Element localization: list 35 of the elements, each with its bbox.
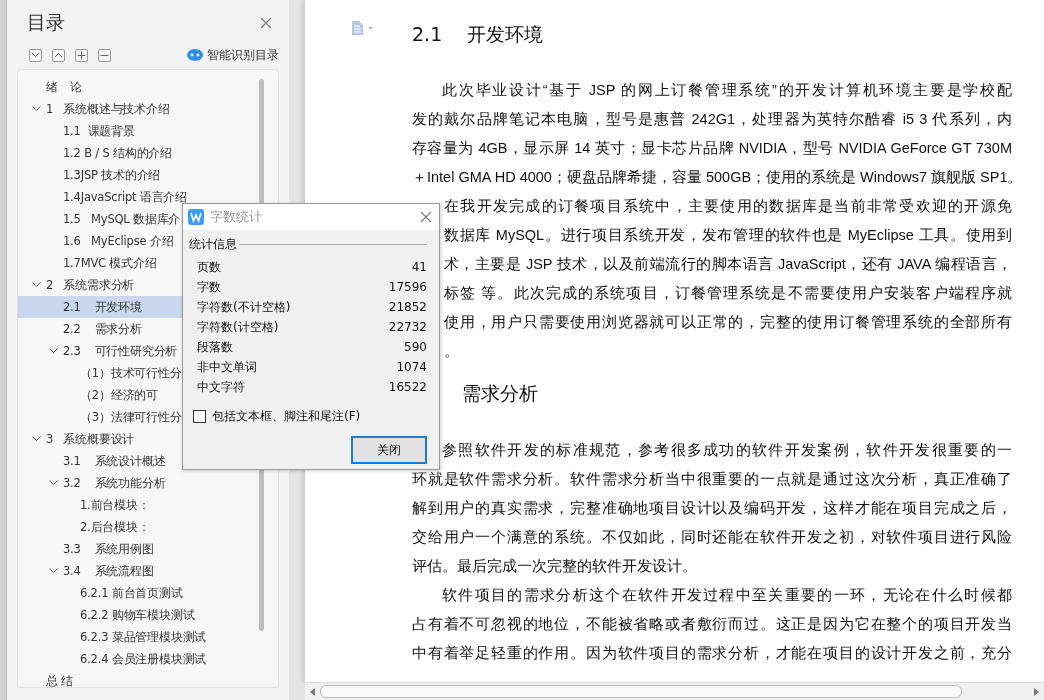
stat-value: 16522 xyxy=(388,380,427,394)
text-line: 环就是软件需求分析。软件需求分析当中很重要的一点就是通过这次分析，真正准确了 xyxy=(412,470,1012,489)
text-line: 解到用户的真实需求，完整准确地项目设计以及编码开发，这样才能在项目完成之后， xyxy=(412,499,1012,518)
text-line: 参照软件开发的标准规范，参考很多成功的软件开发案例，软件开发很重要的一 xyxy=(442,441,1012,460)
text-line: 交给用户一个满意的系统。不仅如此，同时还能在软件开发之初，对软件项目进行风险 xyxy=(412,528,1012,547)
text-line: 占有着不可忽视的地位，不能被省略或者敷衍而过。这正是因为它在整个的项目开发当 xyxy=(412,615,1012,634)
text-line: 此次毕业设计“基于 JSP 的网上订餐管理系统”的开发计算机环境主要是学校配 xyxy=(442,81,1012,100)
text-line: 数据库 MySQL。进行项目系统开发，发布管理的软件也是 MyEclipse 工具。使用到 xyxy=(444,226,1012,245)
text-line: 中有着举足轻重的作用。因为软件项目的需求分析，才能在项目的设计开发之前，充分 xyxy=(412,644,1012,663)
stat-label: 字符数(计空格) xyxy=(197,318,279,336)
stat-value: 21852 xyxy=(388,300,427,314)
text-line: 。 xyxy=(444,342,459,361)
group-label: 统计信息 xyxy=(189,236,237,253)
text-line: 在我开发完成的订餐项目系统中，主要使用的数据库是当前非常受欢迎的开源免 xyxy=(444,197,1012,216)
stat-value: 590 xyxy=(404,340,427,354)
stat-value: 1074 xyxy=(396,360,427,374)
text-line: 使用，用户只需要使用浏览器就可以正常的，完整的使用订餐管理系统的全部所有 xyxy=(444,313,1012,332)
stat-label: 中文字符 xyxy=(197,378,245,396)
text-line: 标签 等。此次完成的系统项目，订餐管理系统是不需要使用户安装客户端程序就 xyxy=(444,284,1012,303)
stat-label: 字数 xyxy=(197,278,221,296)
stat-value: 41 xyxy=(411,260,427,274)
stat-value: 17596 xyxy=(388,280,427,294)
text-line: 术，主要是 JSP 技术，以及前端流行的脚本语言 JavaScript，还有 JAVA 编程语言， xyxy=(444,255,1012,274)
stat-label: 段落数 xyxy=(197,338,233,356)
stat-value: 22732 xyxy=(388,320,427,334)
panel-title: 目录 xyxy=(27,10,65,35)
section-heading: 2.1 开发环境 xyxy=(412,22,545,47)
text-line: 发的戴尔品牌笔记本电脑，型号是惠普 242G1，处理器为英特尔酷睿 i5 3 代系列，内 xyxy=(412,110,1012,129)
text-line: 存容量为 4GB，显示屏 14 英寸；显卡芯片品牌 NVIDIA，型号 NVIDIA GeForce GT 730M xyxy=(412,139,1012,158)
stat-label: 非中文单词 xyxy=(197,358,257,376)
dialog-title: 字数统计 xyxy=(210,208,262,226)
text-line: 评估。最后完成一次完整的软件开发设计。 xyxy=(412,557,697,576)
text-line: 软件项目的需求分析这个在软件开发过程中至关重要的一环，无论在什么时候都 xyxy=(442,586,1012,605)
stat-label: 页数 xyxy=(197,258,221,276)
text-line: ＋Intel GMA HD 4000；硬盘品牌希捷，容量 500GB；使用的系统是 Windows7 旗舰版 SP1。 xyxy=(412,168,1012,187)
